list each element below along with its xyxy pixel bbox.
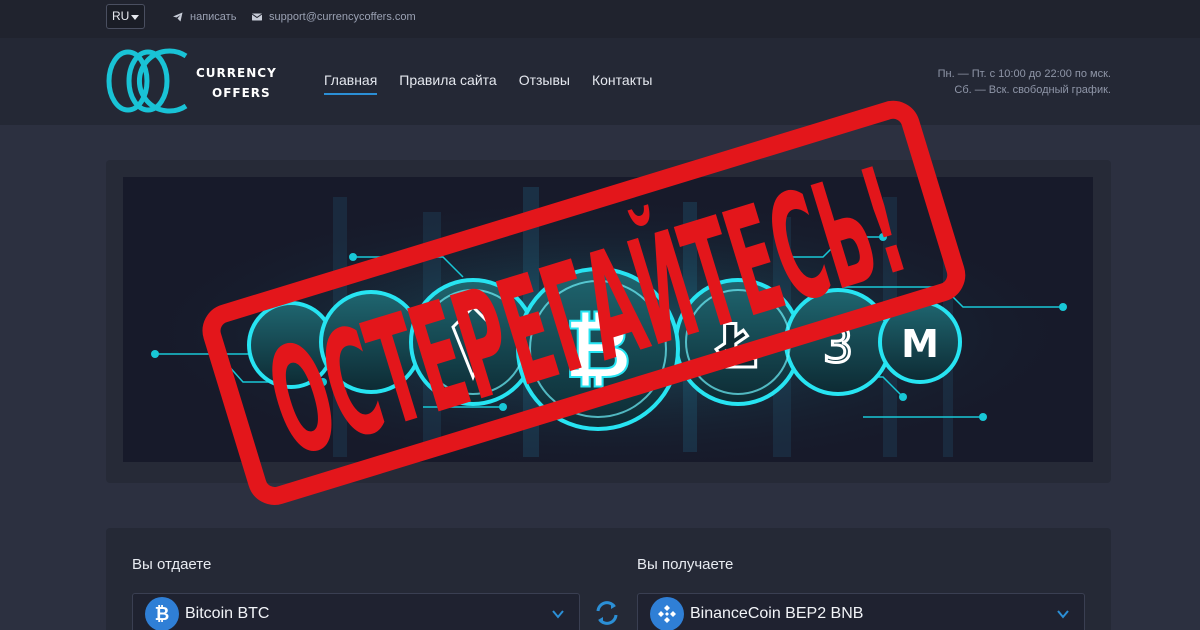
svg-text:M: M (901, 322, 939, 366)
nav-item-contacts[interactable]: Контакты (592, 72, 652, 95)
crypto-banner-image: ₿ Ł 3 M (123, 177, 1093, 462)
site-header: CURRENCY OFFERS Главная Правила сайта От… (0, 38, 1200, 125)
main-nav: Главная Правила сайта Отзывы Контакты (324, 72, 652, 95)
telegram-icon (173, 12, 183, 22)
mail-icon (251, 13, 263, 21)
binance-icon (650, 597, 684, 630)
logo-line1: CURRENCY (196, 66, 277, 80)
swap-icon[interactable] (592, 598, 622, 628)
get-currency-select[interactable]: BinanceCoin BEP2 BNB (637, 593, 1085, 630)
write-link-label: написать (190, 11, 237, 23)
email-link[interactable]: support@currencycoffers.com (251, 11, 416, 23)
svg-text:₿: ₿ (565, 302, 632, 397)
give-label: Вы отдаете (132, 556, 212, 573)
banner-card: ₿ Ł 3 M (106, 160, 1111, 483)
nav-item-home[interactable]: Главная (324, 72, 378, 95)
svg-text:Ł: Ł (716, 312, 758, 382)
write-link[interactable]: написать (172, 11, 236, 23)
chevron-down-icon (1057, 610, 1069, 619)
caret-down-icon (131, 15, 139, 20)
bitcoin-icon: ₿ (145, 597, 179, 630)
crypto-coins-illustration: ₿ Ł 3 M (123, 177, 1093, 462)
give-currency-select[interactable]: ₿ Bitcoin BTC (132, 593, 580, 630)
email-link-label: support@currencycoffers.com (269, 11, 416, 23)
get-currency-value: BinanceCoin BEP2 BNB (690, 605, 864, 622)
logo-rings-icon (106, 48, 188, 114)
language-value: RU (112, 9, 130, 23)
svg-text:3: 3 (823, 318, 854, 374)
nav-item-rules[interactable]: Правила сайта (399, 72, 496, 95)
nav-item-reviews[interactable]: Отзывы (519, 72, 570, 95)
chevron-down-icon (552, 610, 564, 619)
hours-weekdays: Пн. — Пт. с 10:00 до 22:00 по мск. (937, 68, 1111, 80)
exchange-form: Вы отдаете Вы получаете ₿ Bitcoin BTC Bi… (106, 528, 1111, 630)
give-currency-value: Bitcoin BTC (185, 605, 270, 622)
working-hours: Пн. — Пт. с 10:00 до 22:00 по мск. Сб. —… (938, 66, 1111, 98)
hours-weekend: Сб. — Вск. свободный график. (954, 84, 1111, 96)
top-bar: RU написать support@currencycoffers.com (0, 0, 1200, 38)
logo-line2: OFFERS (212, 86, 271, 100)
language-select[interactable]: RU (106, 4, 145, 29)
site-logo[interactable]: CURRENCY OFFERS (106, 48, 306, 114)
get-label: Вы получаете (637, 556, 734, 573)
